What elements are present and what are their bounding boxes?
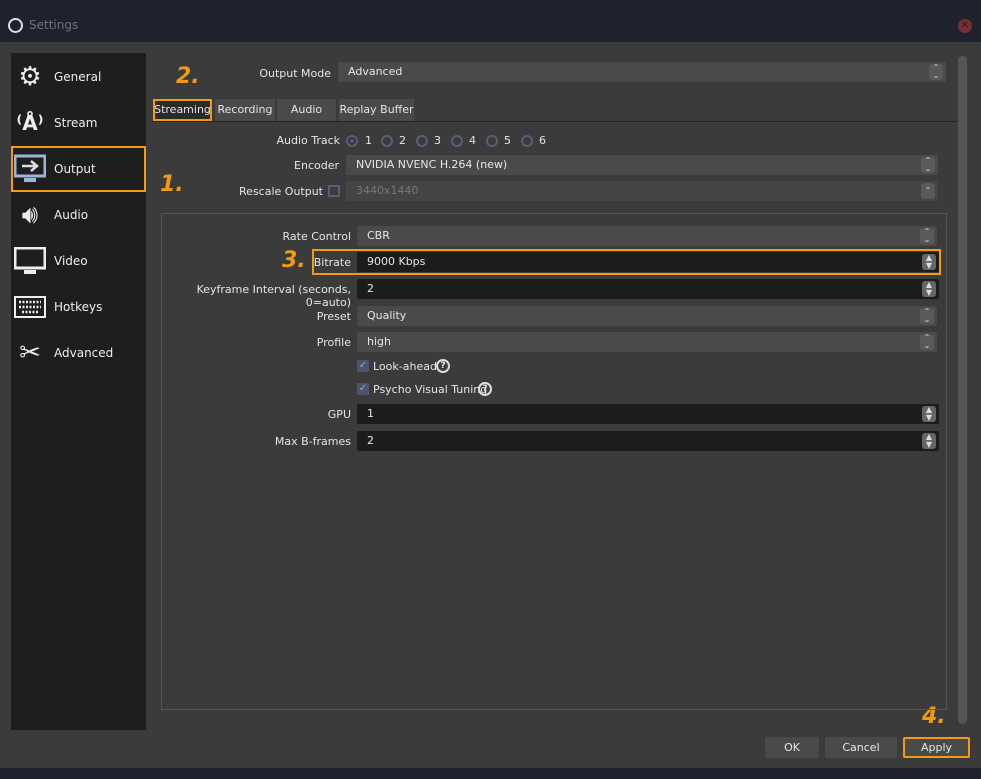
obs-logo-icon xyxy=(8,18,23,33)
rate-control-label: Rate Control xyxy=(282,230,351,243)
audio-track-label: Audio Track xyxy=(276,134,340,147)
sidebar-item-stream[interactable]: ⁽Å⁾ Stream xyxy=(11,100,146,146)
speaker-icon: 🔊︎ xyxy=(21,199,39,230)
tools-icon: ✂ xyxy=(19,338,41,368)
sidebar-item-general[interactable]: ⚙ General xyxy=(11,54,146,100)
close-icon[interactable]: ✕ xyxy=(958,19,972,33)
audio-track-radio-3[interactable] xyxy=(416,135,428,147)
rate-control-select[interactable]: CBR ⌃ ⌄ xyxy=(357,226,937,246)
bitrate-label: Bitrate xyxy=(313,256,351,269)
radio-label: 2 xyxy=(399,134,406,147)
bottom-bar xyxy=(0,768,981,779)
annotation-2: 2. xyxy=(176,64,200,89)
audio-track-radio-5[interactable] xyxy=(486,135,498,147)
audio-track-radio-2[interactable] xyxy=(381,135,393,147)
encoder-label: Encoder xyxy=(294,159,339,172)
spin-arrows-icon[interactable]: ▲ ▼ xyxy=(922,254,936,270)
window-title: Settings xyxy=(29,18,79,32)
sidebar-item-audio[interactable]: 🔊︎ Audio xyxy=(11,192,146,238)
psycho-visual-checkbox[interactable]: ✓ xyxy=(357,383,369,395)
scrollbar[interactable] xyxy=(958,56,967,724)
sidebar-item-video[interactable]: Video xyxy=(11,238,146,284)
gpu-spinbox[interactable]: 1 ▲ ▼ xyxy=(357,404,939,424)
spin-arrows-icon[interactable]: ▲ ▼ xyxy=(922,406,936,422)
sidebar: ⚙ General ⁽Å⁾ Stream Output 🔊︎ Audio Video … xyxy=(11,53,146,730)
radio-label: 1 xyxy=(365,134,372,147)
output-mode-label: Output Mode xyxy=(259,67,331,80)
audio-track-radio-4[interactable] xyxy=(451,135,463,147)
gear-icon: ⚙ xyxy=(18,62,42,92)
audio-track-radio-1[interactable] xyxy=(346,135,358,147)
gpu-label: GPU xyxy=(327,408,351,421)
chevron-updown-icon: ⌃ ⌄ xyxy=(920,308,934,324)
monitor-icon xyxy=(14,245,46,277)
cancel-button[interactable]: Cancel xyxy=(825,737,897,758)
profile-select[interactable]: high ⌃ ⌄ xyxy=(357,332,937,352)
tab-replay-buffer[interactable]: Replay Buffer xyxy=(339,99,414,121)
bitrate-spinbox[interactable]: 9000 Kbps ▲ ▼ xyxy=(357,252,939,272)
psycho-visual-label: Psycho Visual Tuning xyxy=(373,383,488,396)
rescale-select[interactable]: 3440x1440 ⌄ xyxy=(346,181,938,201)
chevron-updown-icon: ⌃ ⌄ xyxy=(929,64,943,80)
antenna-icon: ⁽Å⁾ xyxy=(16,111,44,135)
bframes-label: Max B-frames xyxy=(274,435,351,448)
keyframe-spinbox[interactable]: 2 ▲ ▼ xyxy=(357,279,939,299)
radio-label: 3 xyxy=(434,134,441,147)
monitor-arrow-icon xyxy=(14,153,46,185)
radio-label: 4 xyxy=(469,134,476,147)
bframes-spinbox[interactable]: 2 ▲ ▼ xyxy=(357,431,939,451)
profile-label: Profile xyxy=(316,336,351,349)
tab-streaming[interactable]: Streaming xyxy=(153,99,212,121)
sidebar-item-advanced[interactable]: ✂ Advanced xyxy=(11,330,146,376)
encoder-select[interactable]: NVIDIA NVENC H.264 (new) ⌃ ⌄ xyxy=(346,155,938,175)
chevron-down-icon: ⌄ xyxy=(921,183,935,199)
spin-arrows-icon[interactable]: ▲ ▼ xyxy=(922,433,936,449)
chevron-updown-icon: ⌃ ⌄ xyxy=(920,228,934,244)
rescale-label: Rescale Output xyxy=(239,185,323,198)
lookahead-label: Look-ahead xyxy=(373,360,437,373)
lookahead-checkbox[interactable]: ✓ xyxy=(357,360,369,372)
sidebar-item-output[interactable]: Output xyxy=(11,146,146,192)
help-icon[interactable]: ? xyxy=(436,359,450,373)
rescale-checkbox[interactable] xyxy=(328,185,340,197)
preset-label: Preset xyxy=(316,310,351,323)
ok-button[interactable]: OK xyxy=(765,737,819,758)
spin-arrows-icon[interactable]: ▲ ▼ xyxy=(922,281,936,297)
chevron-updown-icon: ⌃ ⌄ xyxy=(920,334,934,350)
tab-recording[interactable]: Recording xyxy=(215,99,275,121)
radio-label: 5 xyxy=(504,134,511,147)
chevron-updown-icon: ⌃ ⌄ xyxy=(921,157,935,173)
audio-track-radio-6[interactable] xyxy=(521,135,533,147)
keyboard-icon xyxy=(14,291,46,323)
radio-label: 6 xyxy=(539,134,546,147)
sidebar-item-hotkeys[interactable]: Hotkeys xyxy=(11,284,146,330)
output-mode-select[interactable]: Advanced ⌃ ⌄ xyxy=(338,62,946,82)
apply-button[interactable]: Apply xyxy=(903,737,970,758)
help-icon[interactable]: ? xyxy=(478,382,492,396)
title-bar xyxy=(0,0,981,42)
tab-audio[interactable]: Audio xyxy=(277,99,336,121)
tab-divider xyxy=(152,121,957,122)
keyframe-label: Keyframe Interval (seconds, 0=auto) xyxy=(196,283,351,309)
preset-select[interactable]: Quality ⌃ ⌄ xyxy=(357,306,937,326)
annotation-1: 1. xyxy=(160,172,184,197)
